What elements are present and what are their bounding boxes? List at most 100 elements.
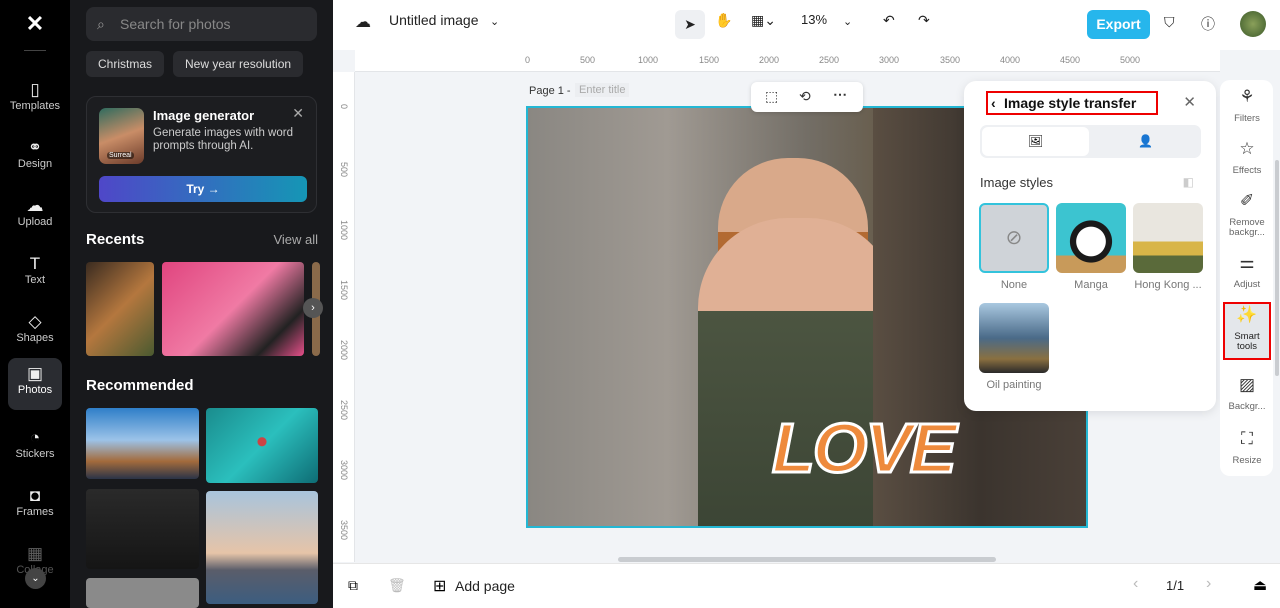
page-label: Page 1 - — [529, 85, 571, 97]
add-page-button[interactable]: Add page — [455, 578, 515, 594]
recent-photo[interactable] — [86, 262, 154, 356]
duplicate-page-icon[interactable]: ⧉ — [348, 577, 358, 594]
chevron-down-icon[interactable]: ⌄ — [490, 15, 499, 28]
back-icon[interactable]: ‹ — [991, 93, 996, 113]
zoom-chevron-icon[interactable]: ⌄ — [843, 15, 852, 28]
prev-page-icon[interactable]: ‹ — [1133, 575, 1138, 593]
zoom-level[interactable]: 13% — [801, 12, 827, 27]
tool-adjust[interactable]: ⚌ Adjust — [1224, 254, 1270, 290]
more-icon[interactable]: ⋯ — [833, 86, 847, 103]
compare-icon[interactable]: ◧ — [1183, 175, 1194, 189]
tick: 4500 — [1060, 55, 1081, 65]
next-page-icon[interactable]: › — [1206, 575, 1211, 593]
shapes-icon: ◇ — [28, 312, 42, 331]
collapse-chevron-icon[interactable]: ⌄ — [25, 568, 46, 589]
pages-panel-icon[interactable]: ⏏ — [1253, 576, 1267, 594]
chip-new-year[interactable]: New year resolution — [173, 51, 304, 77]
help-icon[interactable]: ⓘ — [1201, 14, 1215, 34]
tool-resize[interactable]: ⛶ Resize — [1224, 429, 1270, 466]
tool-remove-background[interactable]: ✐ Remove backgr... — [1224, 192, 1270, 238]
label: Filters — [1234, 113, 1260, 124]
close-icon[interactable]: ✕ — [292, 105, 304, 122]
ruler-left: 0 500 1000 1500 2000 2500 3000 3500 — [333, 72, 355, 562]
add-page-icon[interactable]: ⊞ — [433, 576, 446, 596]
design-icon: ⚭ — [27, 138, 43, 157]
redo-icon[interactable]: ↷ — [918, 12, 930, 29]
style-hong-kong[interactable]: Hong Kong ... — [1133, 203, 1203, 291]
rail-frames[interactable]: ◘ Frames — [8, 480, 62, 532]
replace-icon[interactable]: ⟲ — [799, 88, 811, 105]
select-area-icon[interactable]: ⬚ — [765, 88, 778, 105]
label: Design — [17, 158, 53, 170]
label: Upload — [17, 216, 53, 228]
label: Photos — [17, 384, 53, 396]
tick: 500 — [339, 162, 349, 178]
manga-thumb — [1056, 203, 1126, 273]
right-scrollbar[interactable] — [1275, 160, 1279, 376]
cloud-icon[interactable]: ☁ — [355, 12, 371, 32]
page-title-input[interactable]: Enter title — [575, 83, 630, 97]
export-button[interactable]: Export — [1087, 10, 1150, 39]
rail-templates[interactable]: ▯ Templates — [8, 74, 62, 126]
upload-icon: ☁ — [26, 196, 44, 215]
avatar[interactable] — [1240, 11, 1266, 37]
layout-icon[interactable]: ▦⌄ — [751, 12, 776, 29]
style-oil-painting[interactable]: Oil painting — [979, 303, 1049, 391]
chip-christmas[interactable]: Christmas — [86, 51, 165, 77]
rail-text[interactable]: T Text — [8, 248, 62, 300]
select-pointer-icon[interactable]: ➤ — [675, 10, 705, 39]
tool-smart-tools[interactable]: ✨ Smart tools — [1223, 302, 1271, 360]
panel-title-box: ‹ Image style transfer — [986, 91, 1158, 115]
undo-icon[interactable]: ↶ — [883, 12, 895, 29]
style-label: Manga — [1074, 279, 1108, 291]
style-none[interactable]: ⊘ None — [979, 203, 1049, 291]
recommended-photo[interactable] — [86, 578, 199, 608]
horizontal-scrollbar[interactable] — [618, 557, 996, 562]
close-icon[interactable]: ✕ — [1183, 93, 1196, 111]
right-toolbar: ⚘ Filters ☆ Effects ✐ Remove backgr... ⚌ Adj… — [1220, 80, 1273, 476]
recommended-photo[interactable] — [86, 489, 199, 569]
search-input[interactable]: ⌕ Search for photos — [86, 7, 317, 41]
tab-portrait-style-icon[interactable]: 👤 — [1092, 127, 1199, 156]
recommended-photo[interactable] — [206, 408, 318, 483]
label: Smart tools — [1234, 331, 1260, 352]
rail-stickers[interactable]: ◔ Stickers — [8, 422, 62, 474]
recommended-photo[interactable] — [86, 408, 199, 479]
style-manga[interactable]: Manga — [1056, 203, 1126, 291]
rail-shapes[interactable]: ◇ Shapes — [8, 306, 62, 358]
tool-filters[interactable]: ⚘ Filters — [1224, 87, 1270, 124]
ruler-top: 0 500 1000 1500 2000 2500 3000 3500 4000… — [355, 50, 1220, 72]
next-arrow-icon[interactable]: › — [303, 298, 323, 318]
text-icon: T — [29, 254, 41, 273]
templates-icon: ▯ — [30, 80, 40, 99]
image-styles-heading: Image styles — [980, 175, 1053, 190]
generator-desc: Generate images with word prompts throug… — [153, 127, 293, 152]
hongkong-thumb — [1133, 203, 1203, 273]
tick: 1500 — [339, 280, 349, 301]
view-all-link[interactable]: View all — [273, 232, 318, 247]
tool-effects[interactable]: ☆ Effects — [1224, 140, 1270, 176]
left-rail: ✕ ▯ Templates ⚭ Design ☁ Upload T Text ◇ Shap… — [0, 0, 70, 608]
tool-background[interactable]: ▨ Backgr... — [1224, 375, 1270, 412]
oil-thumb — [979, 303, 1049, 373]
try-button[interactable]: Try → — [99, 176, 307, 202]
recent-photo[interactable] — [162, 262, 304, 356]
label: Adjust — [1233, 279, 1261, 290]
document-title[interactable]: Untitled image — [389, 12, 479, 28]
rail-upload[interactable]: ☁ Upload — [8, 190, 62, 242]
resize-icon: ⛶ — [1241, 429, 1253, 448]
tick: 1500 — [699, 55, 720, 65]
recommended-photo[interactable] — [206, 491, 318, 604]
image-generator-card: Surreal Image generator Generate images … — [86, 96, 317, 213]
rail-design[interactable]: ⚭ Design — [8, 132, 62, 184]
shield-icon[interactable]: ⛉ — [1164, 14, 1175, 31]
filters-icon: ⚘ — [1239, 87, 1255, 106]
frames-icon: ◘ — [29, 486, 41, 505]
capcut-logo[interactable]: ✕ — [22, 13, 48, 35]
background-icon: ▨ — [1238, 375, 1256, 394]
tab-image-style-icon[interactable]: 🖼 — [982, 127, 1089, 156]
love-text[interactable]: LOVE — [771, 408, 959, 489]
hand-icon[interactable]: ✋ — [715, 12, 732, 29]
rail-photos[interactable]: ▣ Photos — [8, 358, 62, 410]
delete-icon[interactable]: 🗑 — [388, 577, 406, 594]
